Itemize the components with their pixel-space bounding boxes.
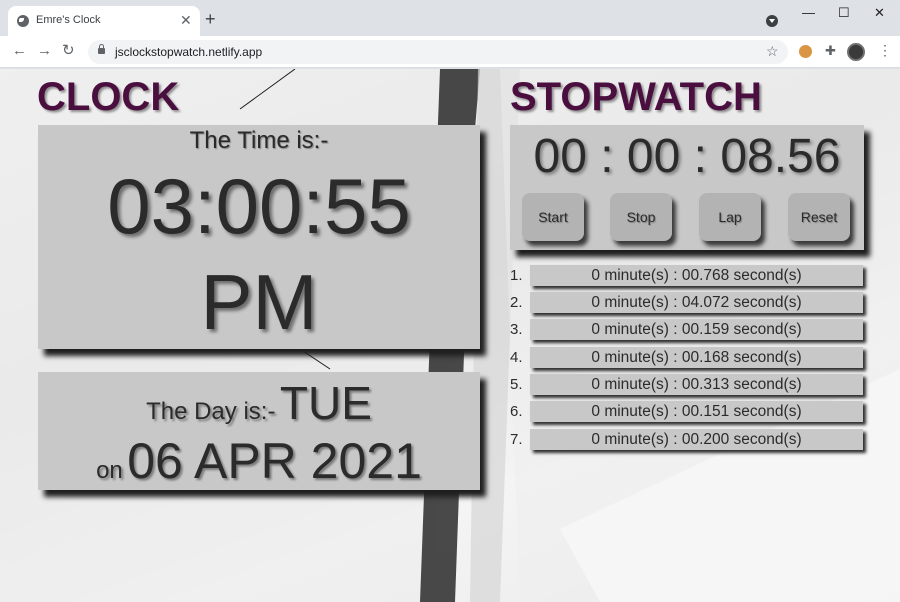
lap-number: 6.: [510, 403, 523, 420]
date-panel: The Day is:- TUE on 06 APR 2021: [38, 372, 480, 490]
lap-number: 2.: [510, 294, 523, 311]
current-time: 03:00:55: [107, 162, 411, 250]
am-pm-indicator: PM: [200, 258, 318, 346]
lap-item: 3. 0 minute(s) : 00.159 second(s): [510, 319, 866, 341]
stopwatch-heading: STOPWATCH: [510, 75, 762, 119]
forward-arrow-icon[interactable]: →: [37, 43, 52, 59]
lap-item: 1. 0 minute(s) : 00.768 second(s): [510, 265, 866, 287]
tab-title: Emre's Clock: [36, 14, 101, 26]
page-content: CLOCK The Time is:- 03:00:55 PM The Day …: [0, 69, 900, 602]
lap-time: 0 minute(s) : 00.200 second(s): [530, 429, 863, 450]
lap-time: 0 minute(s) : 00.151 second(s): [530, 401, 863, 422]
reset-button[interactable]: Reset: [788, 193, 850, 241]
lap-time: 0 minute(s) : 00.768 second(s): [530, 265, 863, 286]
stopwatch-panel: 00 : 00 : 08.56 Start Stop Lap Reset: [510, 125, 864, 250]
lap-item: 6. 0 minute(s) : 00.151 second(s): [510, 401, 866, 423]
stop-button[interactable]: Stop: [610, 193, 672, 241]
window-close-button[interactable]: ✕: [874, 6, 885, 20]
day-label: The Day is:-: [146, 398, 276, 425]
back-arrow-icon[interactable]: ←: [12, 43, 27, 59]
lap-time: 0 minute(s) : 04.072 second(s): [530, 292, 863, 313]
lap-number: 5.: [510, 376, 523, 393]
address-bar[interactable]: jsclockstopwatch.netlify.app ☆: [88, 40, 788, 64]
on-label: on: [96, 457, 123, 484]
browser-menu-icon[interactable]: ⋮: [878, 42, 892, 58]
lap-item: 2. 0 minute(s) : 04.072 second(s): [510, 292, 866, 314]
tab-strip: Emre's Clock ✕ + — ☐ ✕: [0, 0, 900, 36]
cookie-extension-icon[interactable]: [799, 45, 812, 58]
clock-heading: CLOCK: [37, 75, 180, 119]
url-text[interactable]: jsclockstopwatch.netlify.app: [115, 45, 262, 59]
browser-tab[interactable]: Emre's Clock ✕: [8, 6, 200, 36]
day-value: TUE: [279, 377, 372, 429]
date-line: on 06 APR 2021: [38, 432, 480, 490]
tab-search-icon[interactable]: [766, 15, 778, 27]
browser-toolbar: ← → ↻ jsclockstopwatch.netlify.app ☆ ✚ ⋮: [0, 36, 900, 68]
lap-button[interactable]: Lap: [699, 193, 761, 241]
lap-item: 5. 0 minute(s) : 00.313 second(s): [510, 374, 866, 396]
lap-time: 0 minute(s) : 00.313 second(s): [530, 374, 863, 395]
time-panel: The Time is:- 03:00:55 PM: [38, 125, 480, 349]
new-tab-button[interactable]: +: [205, 10, 216, 28]
time-label: The Time is:-: [189, 127, 329, 154]
lap-number: 4.: [510, 349, 523, 366]
day-line: The Day is:- TUE: [38, 376, 480, 430]
lap-item: 4. 0 minute(s) : 00.168 second(s): [510, 347, 866, 369]
lap-item: 7. 0 minute(s) : 00.200 second(s): [510, 429, 866, 451]
globe-icon: [17, 15, 29, 27]
lap-number: 3.: [510, 321, 523, 338]
date-value: 06 APR 2021: [127, 433, 422, 489]
stopwatch-display: 00 : 00 : 08.56: [533, 130, 841, 183]
reload-icon[interactable]: ↻: [62, 43, 75, 59]
bookmark-star-icon[interactable]: ☆: [766, 43, 779, 60]
lock-icon[interactable]: [98, 44, 105, 54]
lap-time: 0 minute(s) : 00.168 second(s): [530, 347, 863, 368]
lap-number: 7.: [510, 431, 523, 448]
extensions-puzzle-icon[interactable]: ✚: [825, 43, 836, 59]
profile-avatar[interactable]: [847, 43, 865, 61]
lap-number: 1.: [510, 267, 523, 284]
start-button[interactable]: Start: [522, 193, 584, 241]
minimize-button[interactable]: —: [802, 6, 815, 20]
maximize-button[interactable]: ☐: [838, 6, 850, 20]
tab-close-icon[interactable]: ✕: [180, 12, 192, 28]
lap-time: 0 minute(s) : 00.159 second(s): [530, 319, 863, 340]
